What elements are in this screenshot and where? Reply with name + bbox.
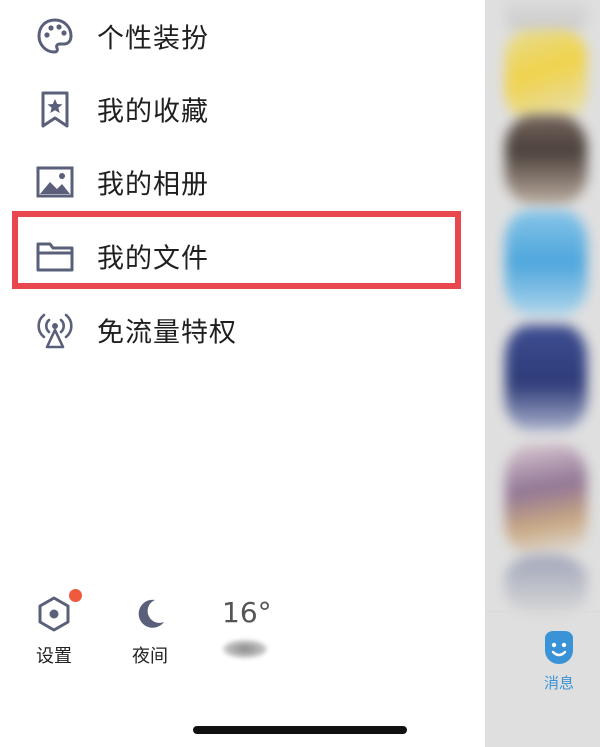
menu-item-label: 我的文件 (97, 243, 209, 275)
settings-hexagon-icon (38, 596, 70, 632)
menu-item-favorites[interactable]: 我的收藏 (0, 73, 485, 145)
settings-label: 设置 (36, 646, 72, 667)
blurred-thumbnail (505, 30, 587, 120)
tab-bar-divider (485, 611, 600, 612)
palette-icon (34, 15, 76, 57)
notification-badge (69, 589, 82, 602)
blurred-thumbnail (505, 445, 587, 555)
settings-button[interactable]: 设置 (34, 594, 74, 668)
image-icon (34, 161, 76, 203)
moon-icon (138, 599, 164, 628)
message-face-icon (545, 631, 573, 664)
home-indicator[interactable] (193, 726, 407, 734)
menu-item-label: 我的收藏 (97, 96, 209, 128)
menu-item-label: 我的相册 (97, 169, 209, 201)
weather-icon (223, 640, 267, 658)
side-drawer: 个性装扮 我的收藏 我的相册 我的文件 免流量特权 设置 夜间 16° (0, 0, 485, 747)
menu-item-free-data[interactable]: 免流量特权 (0, 294, 485, 366)
blurred-thumbnail (505, 210, 587, 315)
night-mode-label: 夜间 (132, 646, 168, 667)
tab-messages-label: 消息 (543, 674, 574, 692)
menu-item-album[interactable]: 我的相册 (0, 146, 485, 218)
folder-icon (34, 235, 76, 277)
menu-item-files[interactable]: 我的文件 (0, 220, 485, 292)
menu-item-label: 免流量特权 (97, 317, 237, 349)
weather-temperature[interactable]: 16° (222, 596, 272, 629)
blurred-thumbnail (505, 555, 587, 615)
menu-item-personalize[interactable]: 个性装扮 (0, 0, 485, 72)
signal-tower-icon (34, 309, 76, 351)
menu-item-label: 个性装扮 (97, 23, 209, 55)
night-mode-button[interactable]: 夜间 (130, 594, 170, 668)
blurred-thumbnail (505, 325, 587, 430)
bookmark-star-icon (34, 88, 76, 130)
blurred-thumbnail (505, 115, 587, 205)
tab-messages[interactable]: 消息 (530, 628, 588, 693)
